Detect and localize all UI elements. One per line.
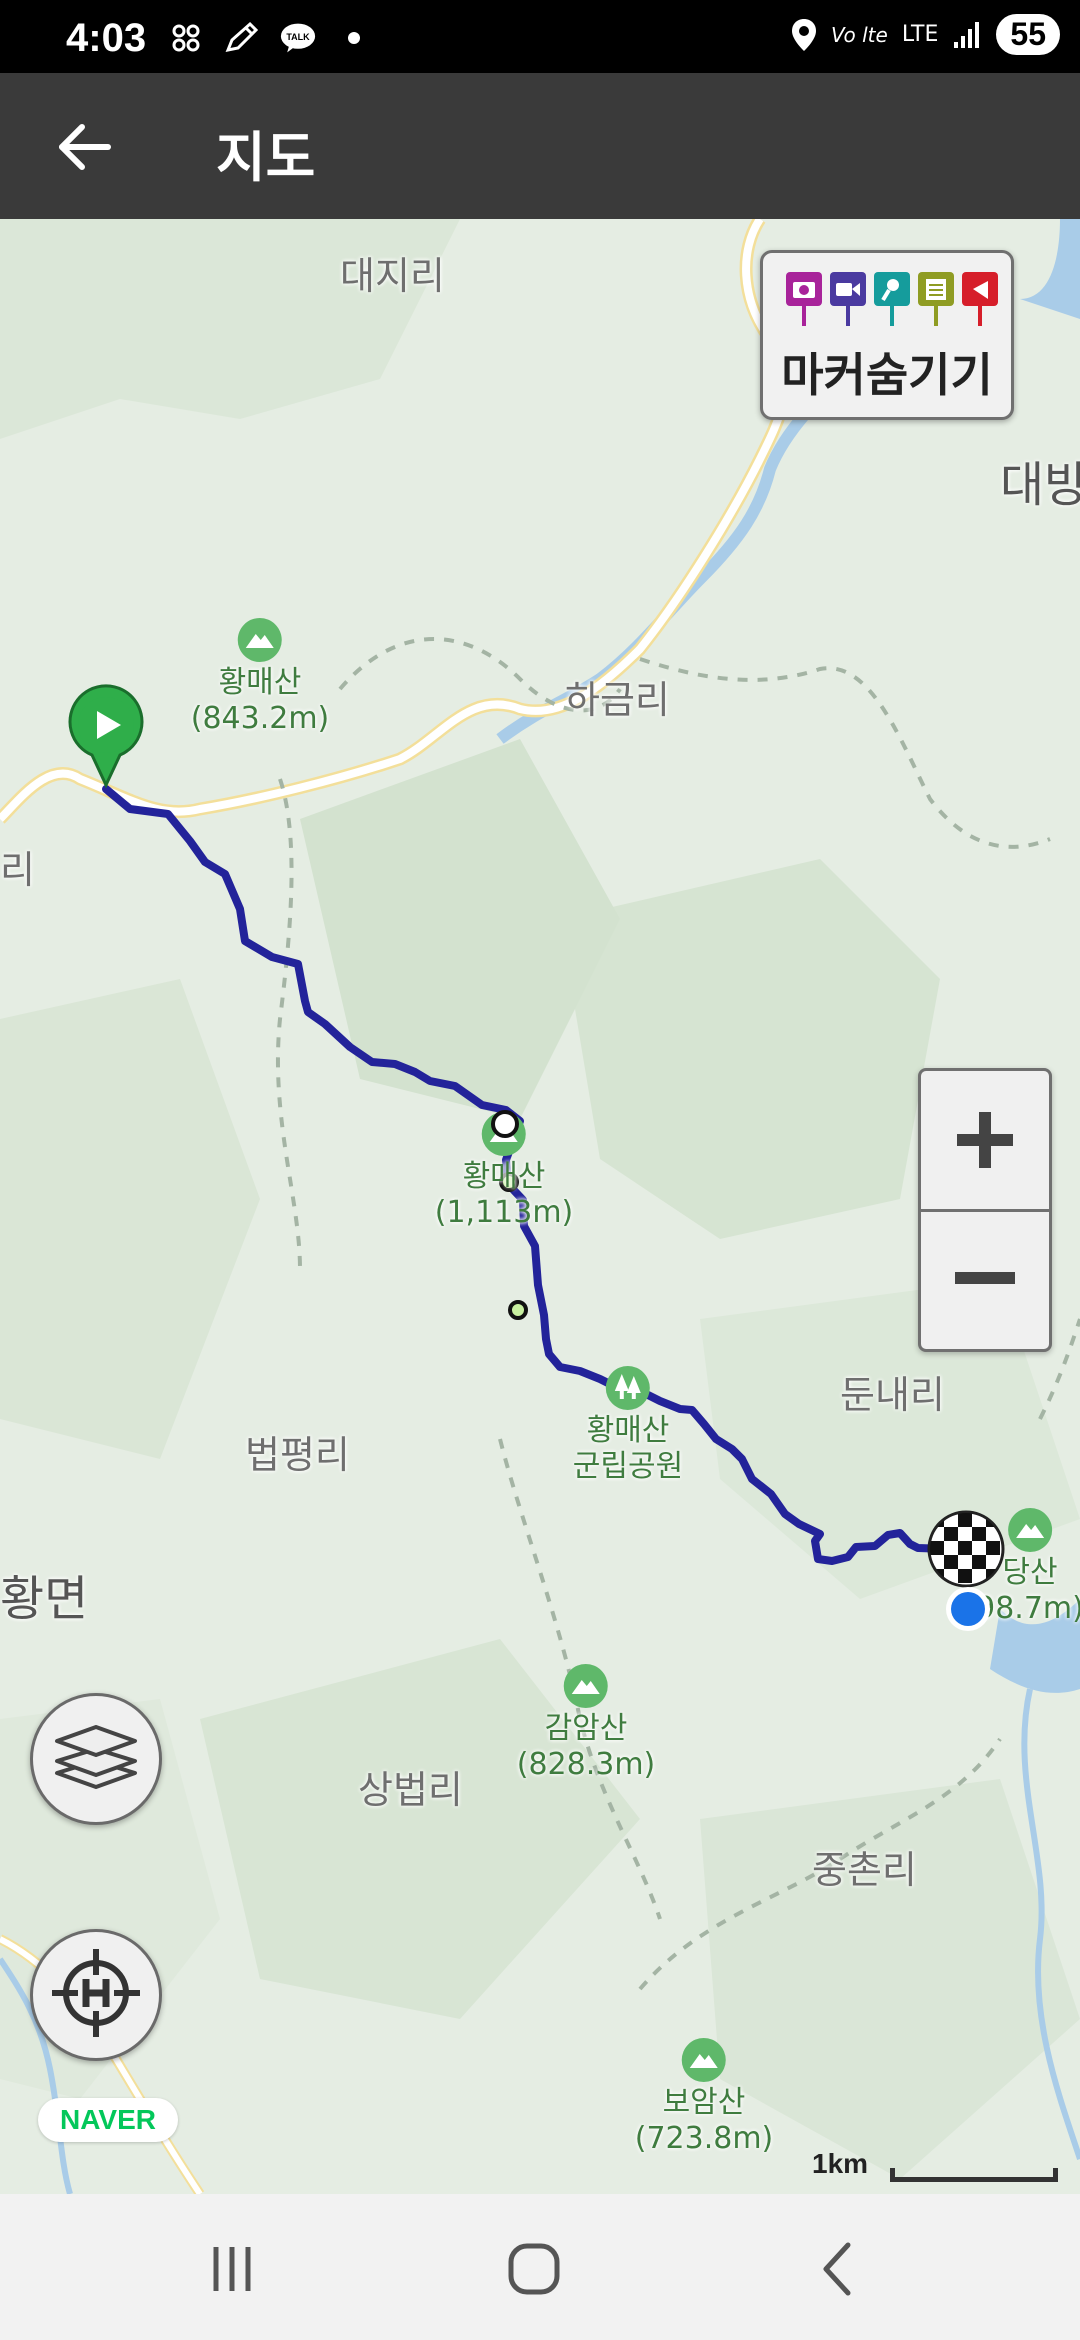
mountain-icon xyxy=(237,617,283,663)
marker-hide-label: 마커숨기기 xyxy=(781,348,993,402)
poi-sub: (828.3m) xyxy=(516,1747,656,1782)
recents-icon xyxy=(213,2247,251,2291)
camera-icon xyxy=(785,271,823,327)
poi-hwangmae-park[interactable]: 황매산 군립공원 xyxy=(573,1365,683,1485)
current-location-dot-icon xyxy=(944,1585,992,1633)
volte-indicator: Vo lte xyxy=(831,22,888,47)
location-icon xyxy=(792,18,817,51)
status-right: Vo lte LTE 55 xyxy=(791,14,1060,55)
dot-icon xyxy=(336,20,372,56)
flag-icon xyxy=(961,271,999,327)
poi-gamam[interactable]: 감암산 (828.3m) xyxy=(516,1663,656,1783)
poi-name: 보암산 xyxy=(662,2085,746,2120)
app-bar: 지도 xyxy=(0,73,1080,219)
talk-icon: TALK xyxy=(280,20,316,56)
home-location-button[interactable] xyxy=(30,1929,162,2061)
network-type: LTE xyxy=(901,22,939,47)
zoom-out-button[interactable] xyxy=(921,1209,1049,1347)
marker-type-pins xyxy=(785,271,999,327)
poi-sub: (843.2m) xyxy=(190,701,330,736)
place-label-sangbeob: 상법리 xyxy=(358,1768,463,1812)
home-button[interactable] xyxy=(494,2234,574,2304)
place-label-hageum: 하금리 xyxy=(565,678,670,722)
mountain-icon xyxy=(1007,1507,1053,1553)
poi-hwangmae-843[interactable]: 황매산 (843.2m) xyxy=(190,617,330,737)
poi-boam[interactable]: 보암산 (723.8m) xyxy=(634,2037,774,2157)
park-tree-icon xyxy=(605,1365,651,1411)
poi-sub: (1,113m) xyxy=(434,1195,574,1230)
back-arrow-icon[interactable] xyxy=(54,117,114,177)
zoom-in-button[interactable] xyxy=(921,1071,1049,1212)
place-label-hwangmyeon: 황면 xyxy=(0,1571,89,1627)
notepad-icon xyxy=(917,271,955,327)
place-label-daeji: 대지리 xyxy=(340,254,445,298)
layers-icon xyxy=(51,1717,141,1801)
layers-button[interactable] xyxy=(30,1693,162,1825)
back-button[interactable] xyxy=(800,2234,880,2304)
place-label-daebang: 대방 xyxy=(1000,457,1080,513)
place-label-ri: 리 xyxy=(0,848,35,892)
system-nav-bar xyxy=(0,2194,1080,2340)
poi-name: 황매산 xyxy=(586,1413,670,1448)
dots-grid-icon xyxy=(168,20,204,56)
marker-hide-toggle-button[interactable]: 마커숨기기 xyxy=(760,250,1014,420)
mountain-icon xyxy=(563,1663,609,1709)
scale-label: 1km xyxy=(812,2148,869,2179)
scale-bar: 1km xyxy=(812,2148,1066,2188)
page-title: 지도 xyxy=(216,128,316,188)
battery-indicator: 55 xyxy=(996,14,1060,55)
notification-icons: TALK xyxy=(168,20,372,56)
place-label-dunnae: 둔내리 xyxy=(840,1373,945,1417)
pen-icon xyxy=(224,20,260,56)
checkered-flag-finish-icon[interactable] xyxy=(926,1509,1006,1589)
scale-line xyxy=(890,2168,1058,2182)
place-label-jungchon: 중촌리 xyxy=(812,1848,917,1892)
crosshair-h-icon xyxy=(46,1943,146,2047)
map-view[interactable]: 대지리 대방 하금리 리 법평리 둔내리 황면 상법리 중촌리 황매산 (843… xyxy=(0,219,1080,2194)
recents-button[interactable] xyxy=(192,2234,272,2304)
place-label-beobpyeong: 법평리 xyxy=(245,1433,350,1477)
back-chevron-icon xyxy=(823,2242,851,2296)
summit-waypoint-icon[interactable] xyxy=(490,1109,520,1139)
poi-sub: (723.8m) xyxy=(634,2121,774,2156)
talk-label: TALK xyxy=(286,32,310,42)
signal-icon xyxy=(954,21,980,48)
poi-name: 황매산 xyxy=(462,1159,546,1194)
naver-logo: NAVER xyxy=(38,2098,178,2142)
video-icon xyxy=(829,271,867,327)
waypoint-dot[interactable] xyxy=(508,1300,528,1320)
poi-sub: 군립공원 xyxy=(572,1449,684,1484)
mountain-icon xyxy=(681,2037,727,2083)
status-time: 4:03 xyxy=(66,16,147,60)
zoom-control xyxy=(918,1068,1052,1352)
poi-name: 황매산 xyxy=(218,665,302,700)
home-circle-icon xyxy=(508,2243,560,2295)
poi-name: 감암산 xyxy=(544,1711,628,1746)
start-play-marker-icon[interactable] xyxy=(66,681,146,791)
status-bar: 4:03 TALK Vo lte LTE 55 xyxy=(0,0,1080,73)
microphone-icon xyxy=(873,271,911,327)
